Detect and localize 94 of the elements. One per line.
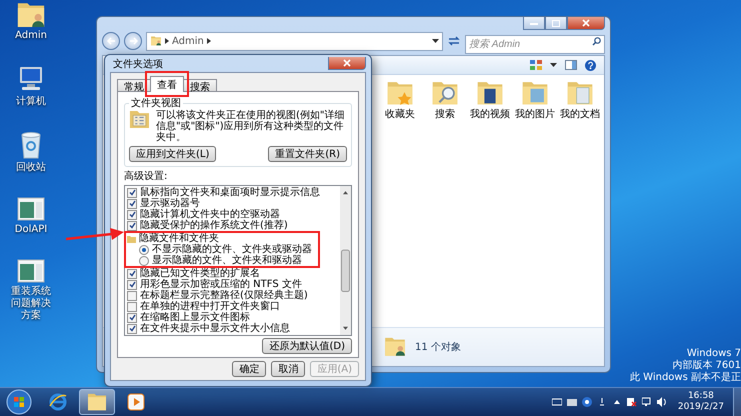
checkbox[interactable]: [127, 210, 137, 220]
option-label: 显示隐藏的文件、文件夹和驱动器: [152, 255, 302, 266]
checkbox[interactable]: [127, 290, 137, 300]
dialog-title: 文件夹选项: [112, 58, 163, 70]
folder-item[interactable]: 收藏夹: [379, 81, 421, 121]
watermark-text: 内部版本 7601: [672, 360, 741, 372]
checkbox[interactable]: [127, 324, 137, 334]
chevron-icon: [206, 38, 211, 44]
taskbar-app[interactable]: [79, 389, 115, 415]
tab[interactable]: 查看: [150, 76, 184, 92]
dialog-button[interactable]: 确定: [232, 361, 266, 377]
restore-defaults-button[interactable]: 还原为默认值(D): [262, 338, 352, 354]
clock-time: 16:58: [688, 391, 714, 402]
user-folder-icon: [15, 2, 47, 28]
highlight-frame: [145, 71, 189, 97]
option-label: 显示驱动器号: [140, 198, 200, 209]
user-folder-icon: [383, 337, 407, 357]
folder-icon: [520, 81, 550, 106]
option-label: 用彩色显示加密或压缩的 NTFS 文件: [140, 279, 302, 290]
program-window-icon: [17, 196, 45, 222]
checkbox[interactable]: [127, 268, 137, 278]
option-label: 鼠标指向文件夹和桌面项时显示提示信息: [140, 187, 320, 198]
checkbox[interactable]: [127, 280, 137, 290]
media-player-icon: [127, 393, 145, 411]
watermark-text: Windows 7: [686, 348, 741, 360]
pointer-arrow: [66, 226, 124, 242]
dropdown-caret-icon: [550, 63, 557, 67]
search-field[interactable]: 搜索 Admin: [465, 34, 605, 54]
folder-icon: [127, 234, 136, 242]
close-button[interactable]: [567, 17, 605, 30]
option-label: 在单独的进程中打开文件夹窗口: [140, 301, 280, 312]
browser-e-icon: [48, 392, 68, 412]
checkbox[interactable]: [127, 220, 137, 230]
folder-view-icon: [129, 110, 151, 128]
tab[interactable]: 搜索: [183, 79, 217, 92]
checkbox[interactable]: [127, 198, 137, 208]
section-label: 高级设置:: [124, 170, 168, 183]
group-label: 隐藏文件和文件夹: [139, 233, 219, 244]
close-button[interactable]: [328, 57, 366, 70]
dropdown-caret-icon: [432, 39, 439, 43]
search-icon: [592, 36, 601, 46]
address-bar[interactable]: Admin: [146, 32, 443, 50]
back-button[interactable]: [102, 32, 120, 50]
folder-icon: [385, 81, 415, 106]
back-arrow-icon: [106, 37, 116, 45]
option-label: 在标题栏显示完整路径(仅限经典主题): [140, 290, 308, 301]
maximize-button[interactable]: [545, 17, 567, 30]
folder-icon: [430, 81, 460, 106]
address-text: Admin: [172, 36, 204, 46]
option-label: 隐藏受保护的操作系统文件(推荐): [140, 220, 288, 231]
maximize-icon: [552, 20, 560, 26]
speaker-icon: [656, 397, 667, 407]
view-grid-icon: [530, 60, 542, 70]
item-count: 11 个对象: [415, 340, 461, 354]
show-desktop-button[interactable]: [733, 388, 741, 416]
folder-icon: [565, 81, 595, 106]
option-label: 不显示隐藏的文件、文件夹或驱动器: [152, 244, 312, 255]
refresh-icon: [447, 35, 461, 47]
folder-item[interactable]: 我的文档: [559, 81, 601, 121]
start-button[interactable]: [4, 389, 34, 415]
checkbox[interactable]: [127, 188, 137, 198]
folder-item[interactable]: 我的视频: [469, 81, 511, 121]
folder-item[interactable]: 搜索: [424, 81, 466, 121]
minimize-button[interactable]: [523, 17, 545, 30]
radio-button[interactable]: [139, 256, 149, 266]
dialog-button[interactable]: 取消: [271, 361, 306, 377]
chevron-icon: [165, 38, 169, 44]
description-text: 可以将该文件夹正在使用的视图(例如"详细信息"或"图标")应用到所有这种类型的文件夹中。: [156, 110, 346, 143]
forward-arrow-icon: [128, 37, 138, 45]
folder-icon: [86, 392, 108, 412]
windows-orb-icon: [6, 389, 32, 415]
dialog-button[interactable]: 重置文件夹(R): [268, 146, 347, 162]
network-icon: [642, 397, 652, 407]
folder-icon: [475, 81, 505, 106]
preview-pane-icon: [565, 60, 577, 70]
tab[interactable]: 常规: [117, 79, 151, 92]
close-icon: [343, 59, 351, 67]
watermark-text: 此 Windows 副本不是正: [630, 372, 741, 384]
option-label: 在文件夹提示中显示文件大小信息: [140, 323, 290, 334]
radio-button[interactable]: [139, 244, 149, 254]
option-label: 在缩略图上显示文件图标: [140, 312, 250, 323]
forward-button[interactable]: [124, 32, 142, 50]
dialog-button[interactable]: 应用到文件夹(L): [129, 146, 216, 162]
checkbox[interactable]: [127, 302, 137, 312]
option-label: 隐藏计算机文件夹中的空驱动器: [140, 209, 280, 220]
program-window-icon: [17, 258, 45, 284]
option-label: 隐藏已知文件类型的扩展名: [140, 268, 260, 279]
clock-date: 2019/2/27: [678, 402, 724, 413]
user-folder-icon: [150, 36, 162, 46]
close-icon: [582, 19, 590, 27]
folder-item[interactable]: 我的图片: [514, 81, 556, 121]
minimize-icon: [530, 22, 538, 24]
group-title: 文件夹视图: [130, 96, 182, 110]
checkbox[interactable]: [127, 312, 137, 322]
